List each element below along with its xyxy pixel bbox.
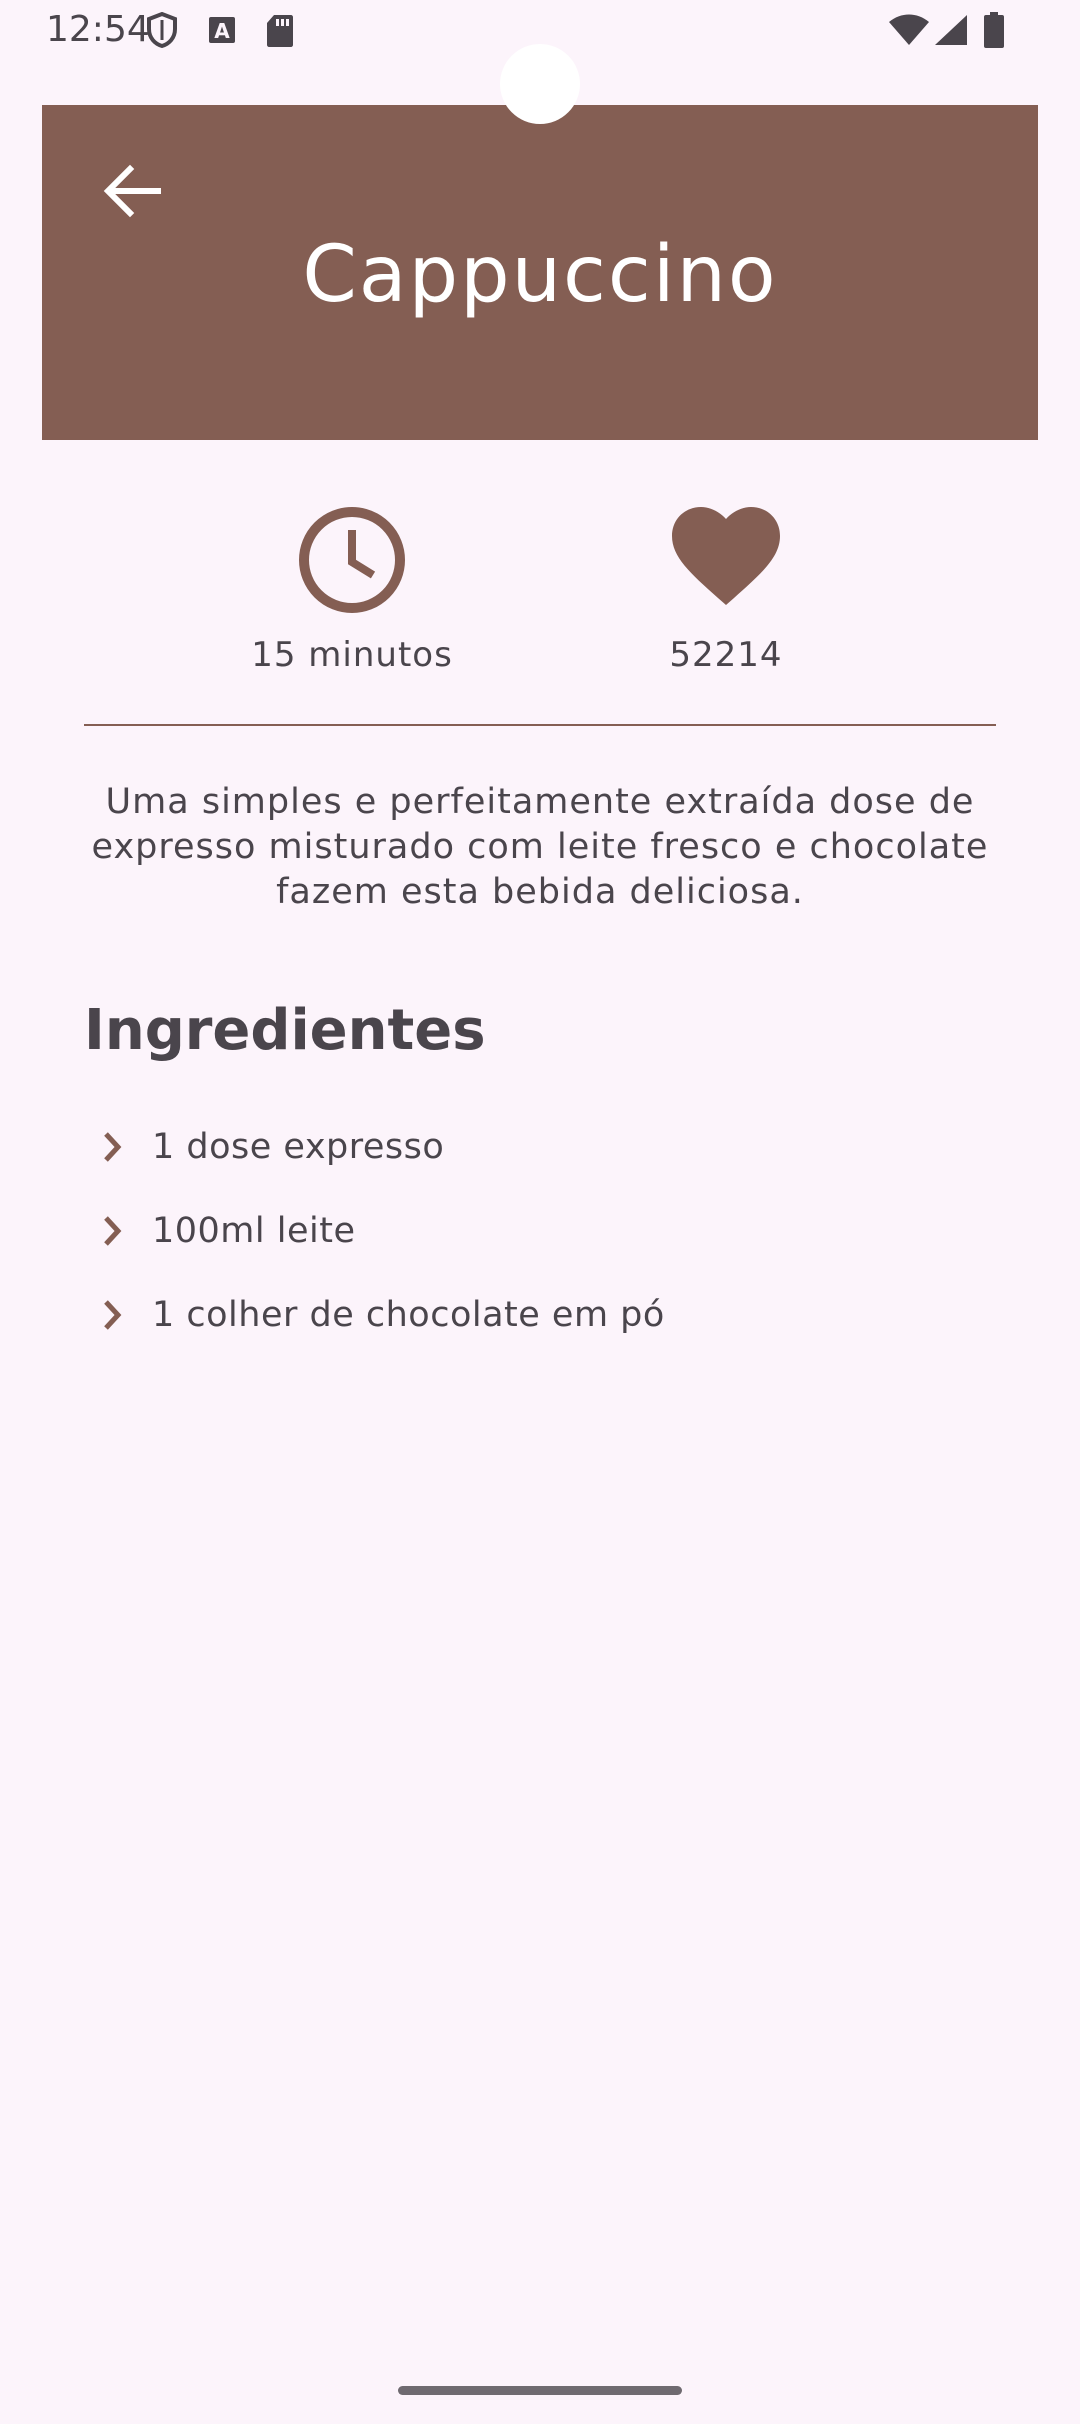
svg-text:A: A xyxy=(214,19,230,43)
list-item: 1 colher de chocolate em pó xyxy=(100,1273,1000,1357)
ingredients-list: 1 dose expresso 100ml leite 1 colher de … xyxy=(100,1105,1000,1357)
camera-cutout xyxy=(500,44,580,124)
signal-icon xyxy=(934,14,968,50)
divider xyxy=(84,724,996,726)
clock-icon xyxy=(297,505,407,619)
heart-icon[interactable] xyxy=(670,505,782,613)
wifi-icon xyxy=(888,14,930,50)
arrow-left-icon xyxy=(100,159,164,227)
likes-count: 52214 xyxy=(669,635,783,675)
shield-icon xyxy=(146,11,178,52)
prep-time-label: 15 minutos xyxy=(251,635,453,675)
ingredient-text: 1 colher de chocolate em pó xyxy=(152,1295,665,1335)
ingredients-title: Ingredientes xyxy=(84,998,486,1063)
list-item: 100ml leite xyxy=(100,1189,1000,1273)
list-item: 1 dose expresso xyxy=(100,1105,1000,1189)
home-indicator[interactable] xyxy=(398,2386,682,2395)
recipe-description: Uma simples e perfeitamente extraída dos… xyxy=(91,782,989,912)
ingredient-text: 1 dose expresso xyxy=(152,1127,445,1167)
recipe-stats: 15 minutos 52214 xyxy=(0,505,1080,685)
chevron-right-icon xyxy=(100,1298,152,1332)
page-title: Cappuccino xyxy=(302,230,778,320)
ingredient-text: 100ml leite xyxy=(152,1211,356,1251)
chevron-right-icon xyxy=(100,1130,152,1164)
chevron-right-icon xyxy=(100,1214,152,1248)
recipe-header: Cappuccino xyxy=(42,105,1038,440)
sd-card-icon xyxy=(266,14,294,52)
font-a-icon: A xyxy=(208,16,236,48)
battery-icon xyxy=(984,12,1004,52)
likes-stat: 52214 xyxy=(576,505,876,677)
prep-time-stat: 15 minutos xyxy=(202,505,502,677)
status-time: 12:54 xyxy=(46,9,150,50)
